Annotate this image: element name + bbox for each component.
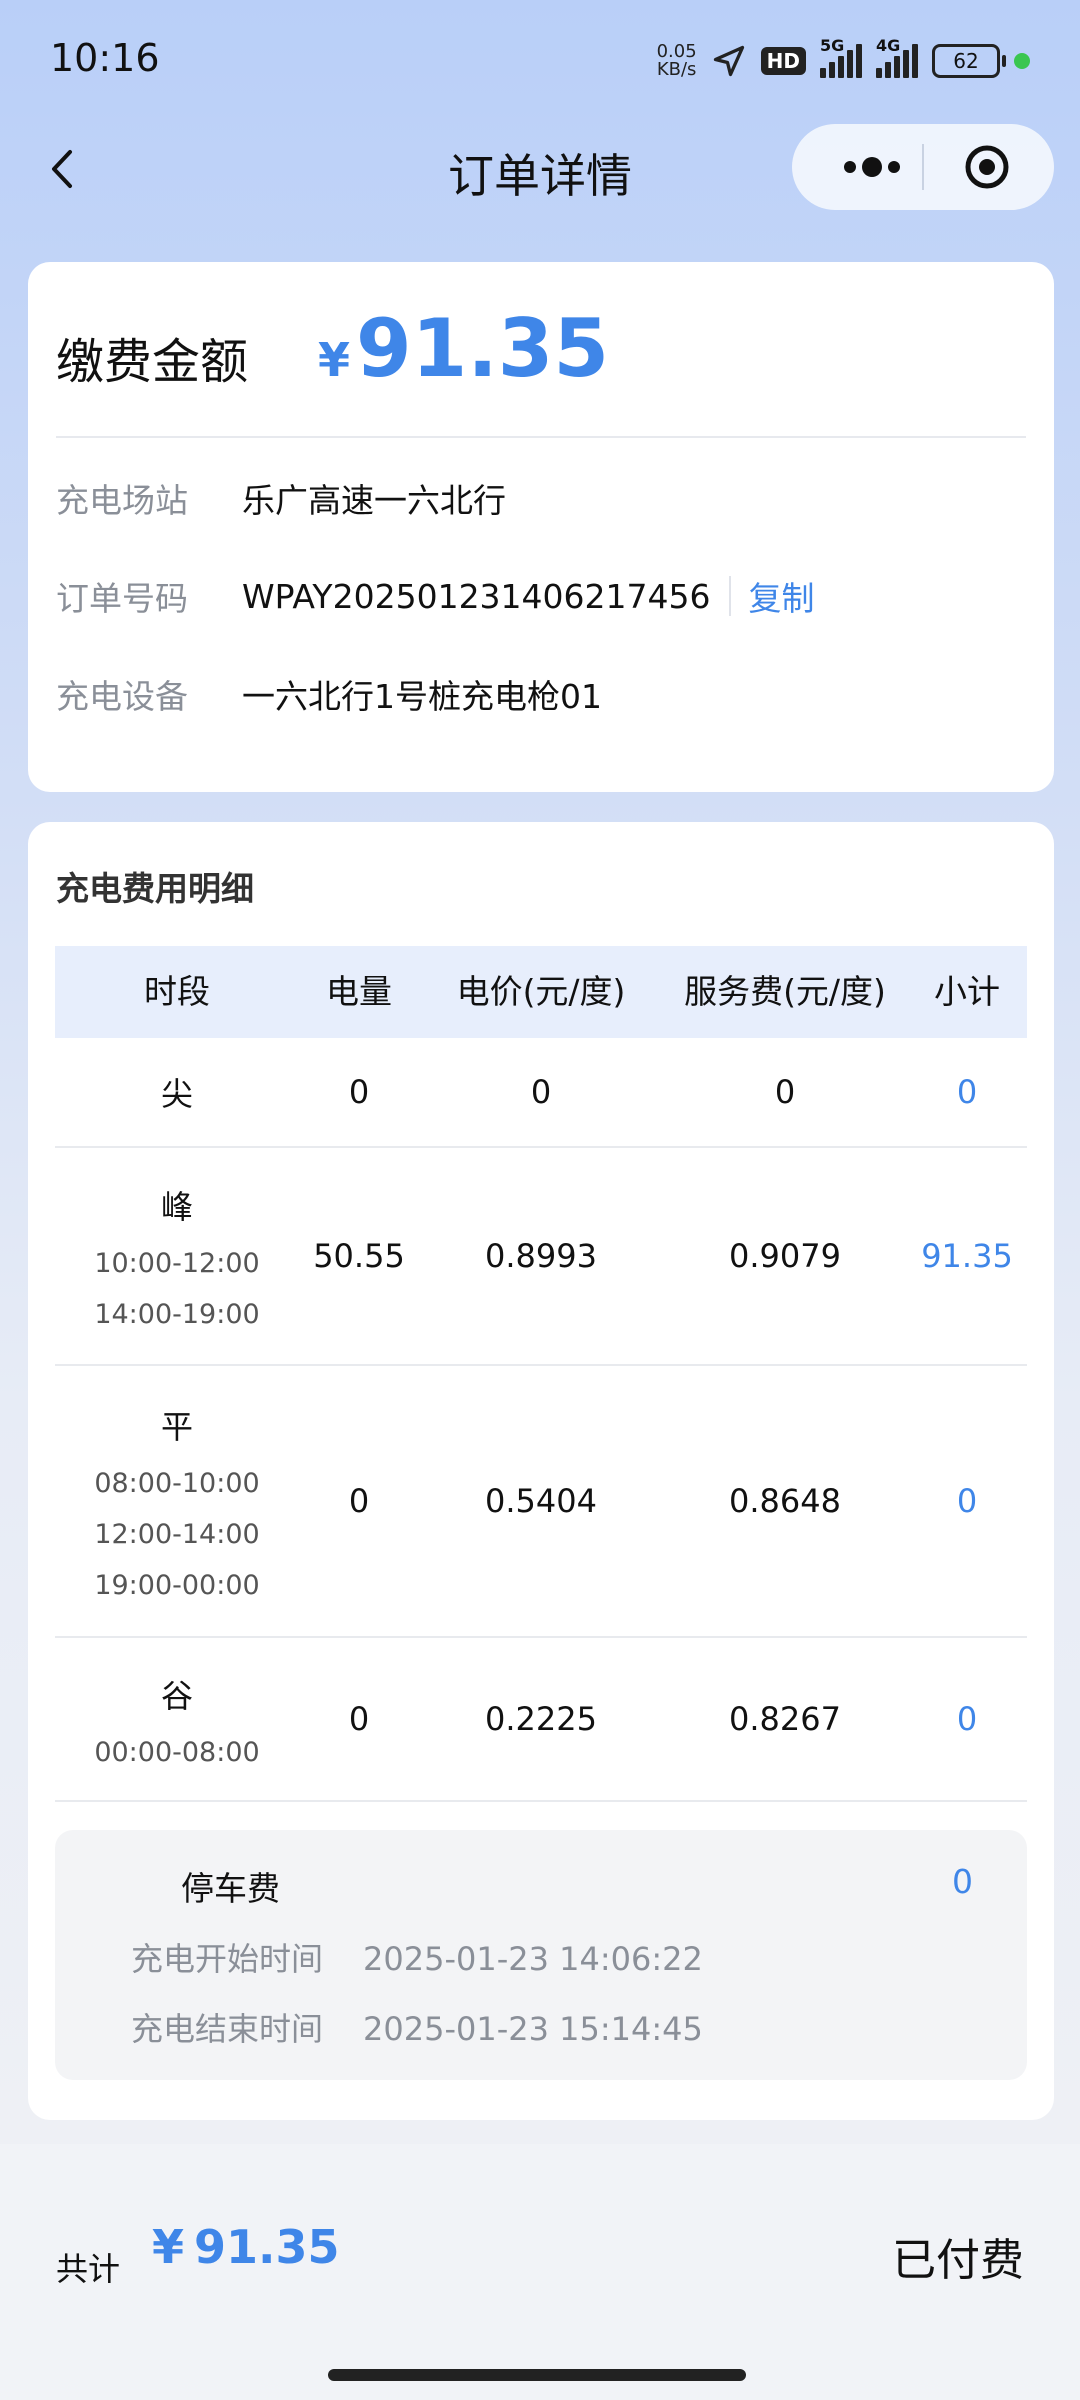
detail-title: 充电费用明细 [56,869,254,908]
target-icon[interactable] [964,144,1010,190]
info-row-order: 订单号码 WPAY20250123140621​7456 复制 [56,566,815,626]
signal-5g-icon: 5G [820,36,862,78]
status-time: 10:16 [50,36,160,80]
parking-fee-value: 0 [952,1862,973,1901]
station-label: 充电场站 [56,481,188,520]
cell-energy: 0 [348,1073,370,1111]
device-label: 充电设备 [56,677,188,716]
order-number: WPAY20250123140621​7456 [242,576,711,616]
total-number: 91.35 [194,2220,340,2274]
cell-subtotal: 0 [956,1482,978,1520]
signal-4g-icon: 4G [876,36,918,78]
charge-end-label: 充电结束时间 [131,2010,324,2048]
table-header: 时段 电量 电价(元/度) 服务费(元/度) 小计 [55,946,1027,1038]
amount-label: 缴费金额 [56,334,249,390]
total-amount: ¥91.35 [152,2220,340,2274]
charge-start-time: 2025-01-23 14:06:22 [363,1940,703,1978]
cell-service: 0.8267 [729,1700,841,1738]
fee-detail-card: 充电费用明细 时段 电量 电价(元/度) 服务费(元/度) 小计 尖 0 0 0… [28,822,1054,2120]
amount-currency: ¥ [318,333,351,387]
header-service: 服务费(元/度) [684,972,886,1011]
parking-info-box: 停车费 0 充电开始时间 2025-01-23 14:06:22 充电结束时间 20… [55,1830,1027,2080]
header-subtotal: 小计 [934,972,1000,1011]
location-icon [713,45,744,77]
charge-start-label: 充电开始时间 [131,1940,324,1978]
cell-energy: 50.55 [313,1237,405,1275]
cell-service: 0.9079 [729,1237,841,1275]
privacy-dot-icon [1014,53,1030,69]
cell-price: 0.5404 [485,1482,597,1520]
hd-badge: HD [760,47,806,75]
bottom-bar: 共计 ¥91.35 已付费 [0,2144,1080,2400]
table-row: 尖 0 0 0 0 [55,1038,1027,1148]
divider [56,436,1026,438]
home-indicator[interactable] [328,2369,746,2381]
copy-button[interactable]: 复制 [749,572,815,620]
device-value: 一六北行1号桩充电枪01 [242,677,602,716]
table-row: 平 08:00-10:00 12:00-14:00 19:00-00:00 0 … [55,1366,1027,1638]
capsule-divider [922,144,924,190]
order-label: 订单号码 [56,579,188,618]
nav-bar: 订单详情 [0,120,1080,220]
status-bar: 10:16 0.05 KB/s HD 5G 4G 62 [0,0,1080,120]
station-value: 乐广高速一六北行 [242,481,506,520]
charge-end-row: 充电结束时间 2025-01-23 15:14:45 [131,2004,703,2050]
info-row-station: 充电场站 乐广高速一六北行 [56,468,506,528]
table-row: 峰 10:00-12:00 14:00-19:00 50.55 0.8993 0… [55,1148,1027,1366]
net-speed: 0.05 KB/s [656,41,697,80]
cell-period: 峰 10:00-12:00 14:00-19:00 [94,1188,260,1330]
cell-service: 0.8648 [729,1482,841,1520]
table-row: 谷 00:00-08:00 0 0.2225 0.8267 0 [55,1638,1027,1802]
cell-energy: 0 [348,1700,370,1738]
cell-subtotal: 91.35 [921,1237,1013,1275]
charge-start-row: 充电开始时间 2025-01-23 14:06:22 [131,1934,703,1980]
amount-value: ¥91.35 [318,302,609,395]
cell-period: 尖 [160,1075,193,1113]
charge-end-time: 2025-01-23 15:14:45 [363,2010,703,2048]
cell-price: 0 [530,1073,552,1111]
amount-number: 91.35 [356,302,610,395]
parking-fee-label: 停车费 [181,1869,280,1908]
header-energy: 电量 [326,972,392,1011]
header-price: 电价(元/度) [456,972,626,1011]
payment-summary-card: 缴费金额 ¥91.35 充电场站 乐广高速一六北行 订单号码 WPAY20250… [28,262,1054,792]
battery-icon: 62 [932,44,1006,78]
cell-price: 0.2225 [485,1700,597,1738]
info-row-device: 充电设备 一六北行1号桩充电枪01 [56,664,602,724]
header-period: 时段 [144,972,210,1011]
cell-period: 平 08:00-10:00 12:00-14:00 19:00-00:00 [94,1407,260,1601]
cell-subtotal: 0 [956,1700,978,1738]
payment-status: 已付费 [892,2235,1024,2286]
status-icons: 0.05 KB/s HD 5G 4G 62 [657,36,1030,86]
copy-divider [728,576,731,616]
cell-period: 谷 00:00-08:00 [94,1676,260,1768]
cell-energy: 0 [348,1482,370,1520]
total-currency: ¥ [152,2220,185,2274]
cell-subtotal: 0 [956,1073,978,1111]
cell-price: 0.8993 [485,1237,597,1275]
total-label: 共计 [56,2250,121,2288]
mini-program-capsule [792,124,1054,210]
cell-service: 0 [774,1073,796,1111]
